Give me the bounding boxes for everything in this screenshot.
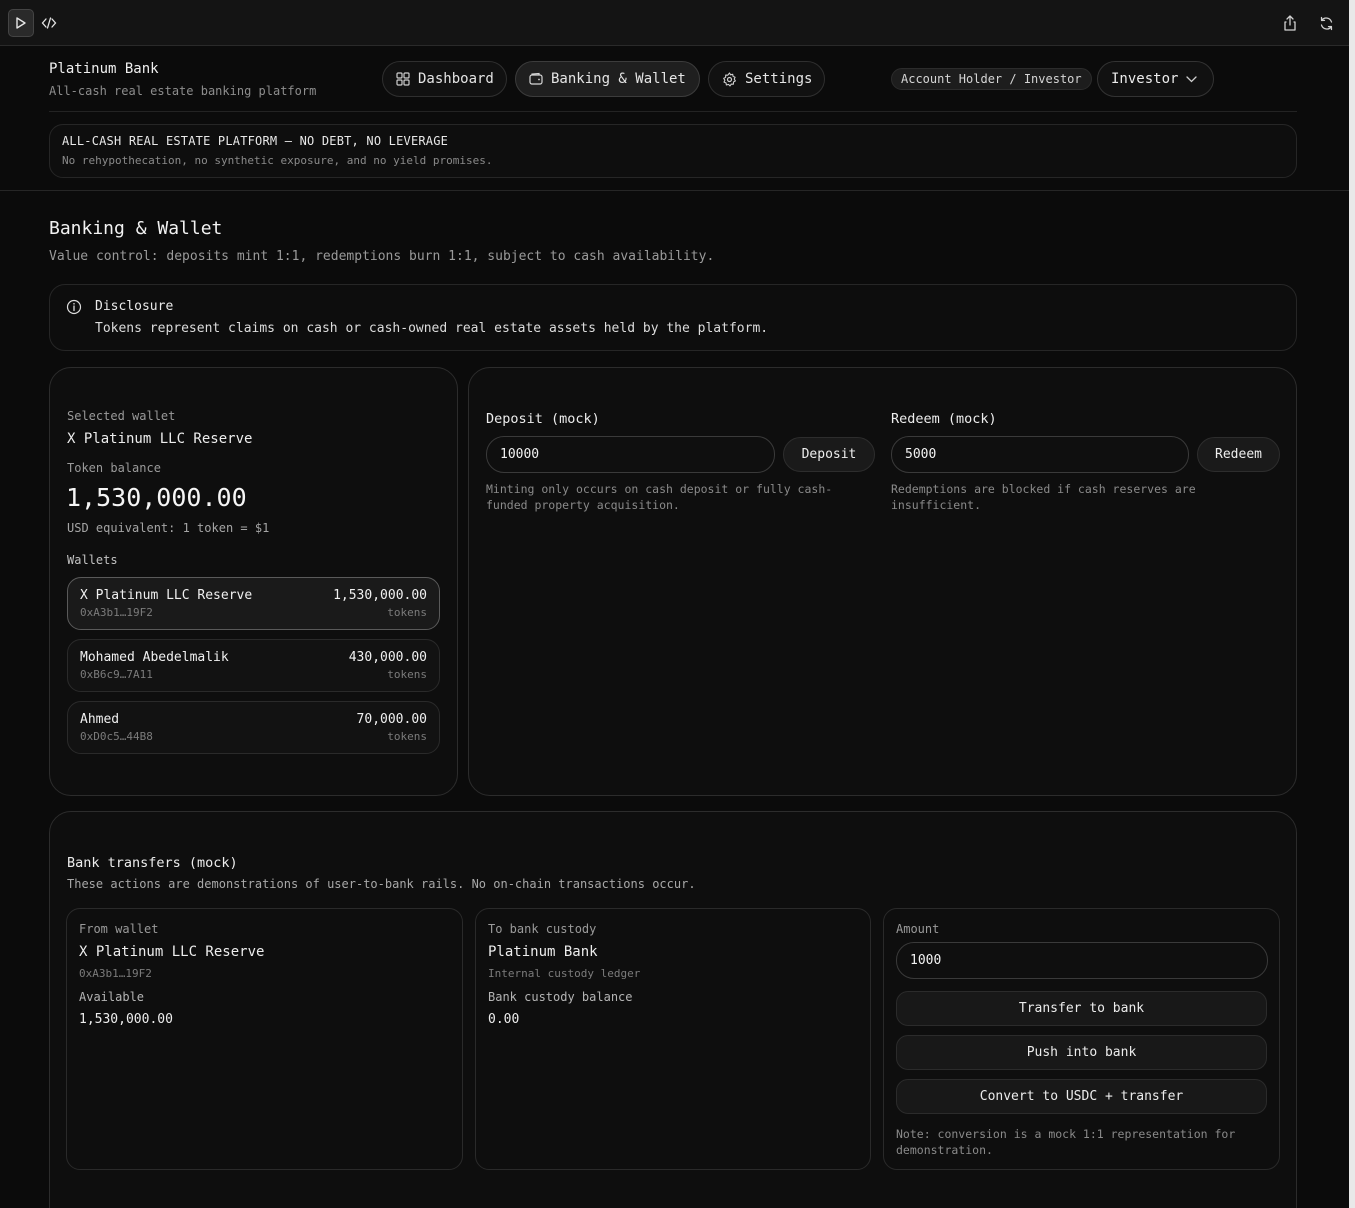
wallet-name: Mohamed Abedelmalik [80, 650, 229, 665]
wallet-unit: tokens [387, 606, 427, 619]
wallet-unit: tokens [387, 730, 427, 743]
from-wallet-address: 0xA3b1…19F2 [79, 967, 152, 980]
conversion-note: Note: conversion is a mock 1:1 represent… [896, 1127, 1236, 1157]
amount-label: Amount [896, 922, 940, 936]
grid-icon [396, 72, 410, 86]
banner-subtitle: No rehypothecation, no synthetic exposur… [62, 154, 493, 167]
deposit-title: Deposit (mock) [486, 411, 600, 427]
bank-transfers-title: Bank transfers (mock) [67, 855, 238, 871]
wallet-address: 0xB6c9…7A11 [80, 668, 153, 681]
role-badge: Account Holder / Investor [891, 68, 1092, 90]
page-subtitle: Value control: deposits mint 1:1, redemp… [49, 249, 715, 264]
disclosure-box: Disclosure Tokens represent claims on ca… [49, 284, 1297, 351]
refresh-icon[interactable] [1315, 12, 1337, 34]
wallet-name: X Platinum LLC Reserve [80, 588, 253, 603]
nav-dashboard-label: Dashboard [418, 71, 494, 87]
available-value: 1,530,000.00 [79, 1012, 173, 1027]
page-title: Banking & Wallet [49, 218, 223, 239]
to-bank-label: To bank custody [488, 922, 597, 936]
gear-icon [723, 71, 736, 86]
from-wallet-card: From wallet X Platinum LLC Reserve 0xA3b… [66, 908, 463, 1170]
transfer-to-bank-button[interactable]: Transfer to bank [896, 991, 1267, 1026]
role-select-value: Investor [1111, 71, 1179, 87]
token-balance-value: 1,530,000.00 [66, 483, 247, 512]
view-toggle [6, 7, 64, 39]
deposit-button[interactable]: Deposit [783, 437, 875, 472]
wallet-icon [529, 72, 543, 85]
platform-banner: ALL-CASH REAL ESTATE PLATFORM — NO DEBT,… [49, 124, 1297, 178]
chevron-down-icon [1186, 75, 1197, 82]
brand-subtitle: All-cash real estate banking platform [49, 84, 317, 98]
wallet-address: 0xD0c5…44B8 [80, 730, 153, 743]
share-icon[interactable] [1279, 12, 1301, 34]
from-wallet-label: From wallet [79, 922, 159, 936]
nav-dashboard[interactable]: Dashboard [382, 61, 507, 97]
nav-banking-wallet-label: Banking & Wallet [551, 71, 686, 87]
wallet-balance: 430,000.00 [348, 650, 427, 665]
wallet-name: Ahmed [80, 712, 120, 727]
convert-usdc-transfer-button[interactable]: Convert to USDC + transfer [896, 1079, 1267, 1114]
wallet-unit: tokens [387, 668, 427, 681]
transfer-amount-input[interactable] [896, 942, 1268, 979]
redeem-title: Redeem (mock) [891, 411, 997, 427]
custody-balance-label: Bank custody balance [488, 990, 633, 1004]
wallet-list-item[interactable]: Ahmed 0xD0c5…44B8 70,000.00 tokens [67, 701, 440, 754]
transfer-amount-card: Amount Transfer to bank Push into bank C… [883, 908, 1280, 1170]
custody-ledger-desc: Internal custody ledger [488, 967, 641, 980]
bank-transfers-subtitle: These actions are demonstrations of user… [67, 877, 696, 891]
disclosure-title: Disclosure [95, 299, 174, 314]
brand-title: Platinum Bank [49, 61, 159, 77]
role-select[interactable]: Investor [1097, 61, 1214, 97]
selected-wallet-name: X Platinum LLC Reserve [67, 431, 253, 447]
code-icon[interactable] [36, 9, 62, 37]
push-into-bank-button[interactable]: Push into bank [896, 1035, 1267, 1070]
wallet-balance: 70,000.00 [356, 712, 427, 727]
page-divider [0, 190, 1349, 191]
wallets-label: Wallets [67, 553, 118, 567]
available-label: Available [79, 990, 145, 1004]
preview-toolbar [0, 0, 1349, 46]
from-wallet-name: X Platinum LLC Reserve [79, 944, 265, 960]
deposit-hint: Minting only occurs on cash deposit or f… [486, 482, 833, 512]
redeem-amount-input[interactable] [891, 436, 1189, 473]
nav-settings-label: Settings [745, 71, 813, 87]
wallet-balance: 1,530,000.00 [333, 588, 427, 603]
token-balance-label: Token balance [67, 461, 161, 475]
deposit-amount-input[interactable] [486, 436, 775, 473]
wallet-card: Selected wallet X Platinum LLC Reserve T… [49, 367, 458, 796]
bank-custody-card: To bank custody Platinum Bank Internal c… [475, 908, 871, 1170]
deposit-redeem-card: Deposit (mock) Deposit Minting only occu… [468, 367, 1297, 796]
usd-equivalent-note: USD equivalent: 1 token = $1 [67, 521, 270, 535]
redeem-button[interactable]: Redeem [1197, 437, 1280, 472]
wallet-list-item[interactable]: Mohamed Abedelmalik 0xB6c9…7A11 430,000.… [67, 639, 440, 692]
wallet-list-item[interactable]: X Platinum LLC Reserve 0xA3b1…19F2 1,530… [67, 577, 440, 630]
disclosure-text: Tokens represent claims on cash or cash-… [95, 321, 769, 336]
window-edge [1349, 0, 1355, 1208]
wallet-address: 0xA3b1…19F2 [80, 606, 153, 619]
selected-wallet-label: Selected wallet [67, 409, 176, 423]
nav-settings[interactable]: Settings [708, 61, 825, 97]
redeem-hint: Redemptions are blocked if cash reserves… [891, 482, 1196, 512]
nav-banking-wallet[interactable]: Banking & Wallet [515, 61, 700, 97]
play-icon[interactable] [8, 9, 34, 37]
bank-name: Platinum Bank [488, 944, 598, 960]
banner-title: ALL-CASH REAL ESTATE PLATFORM — NO DEBT,… [62, 134, 449, 148]
header-divider [49, 111, 1297, 112]
info-icon [66, 299, 82, 315]
custody-balance-value: 0.00 [488, 1012, 520, 1027]
